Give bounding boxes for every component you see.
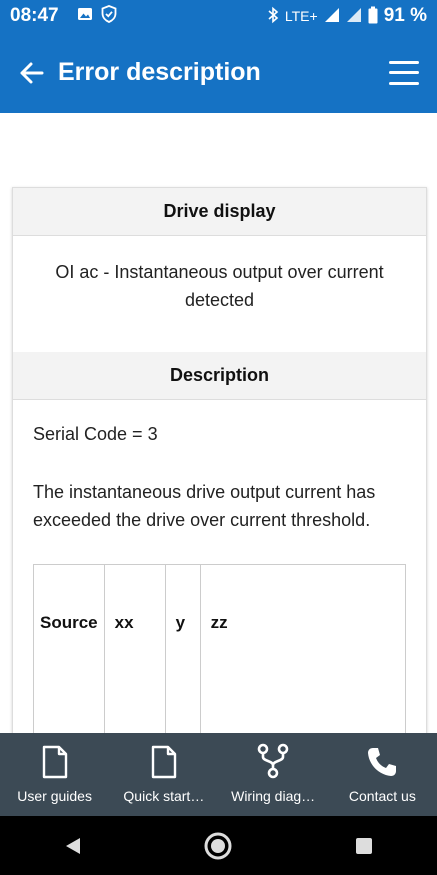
- system-back-button[interactable]: [53, 826, 93, 866]
- triangle-back-icon: [65, 837, 80, 854]
- image-icon: [77, 6, 93, 27]
- signal-icon: [324, 7, 340, 26]
- battery-level: 91 %: [383, 5, 427, 26]
- error-card: Drive display OI ac - Instantaneous outp…: [12, 187, 427, 733]
- system-navigation-bar: [0, 816, 437, 875]
- wiring-icon: [256, 743, 290, 784]
- table-cell-xx: xx: [103, 564, 166, 733]
- arrow-left-icon: [20, 62, 44, 83]
- status-bar: 08:47 LTE+ 91 %: [0, 0, 437, 32]
- drive-display-header: Drive display: [13, 188, 426, 236]
- hamburger-icon-line: [389, 71, 419, 74]
- signal-icon: [346, 7, 362, 26]
- table-cell-zz: zz: [199, 564, 407, 733]
- nav-contact-us[interactable]: Contact us: [328, 733, 437, 816]
- description-header: Description: [13, 352, 426, 400]
- description-summary: The instantaneous drive output current h…: [33, 482, 376, 530]
- menu-button[interactable]: [389, 60, 419, 85]
- network-type: LTE+: [284, 8, 318, 24]
- hamburger-icon-line: [389, 60, 419, 64]
- nav-label: Contact us: [348, 788, 416, 804]
- nav-label: User guides: [17, 788, 92, 804]
- table-cell-y: y: [164, 564, 201, 733]
- table-cell-source: Source: [33, 564, 105, 733]
- shield-icon: [101, 4, 117, 28]
- nav-label: Wiring diag…: [231, 788, 316, 804]
- nav-user-guides[interactable]: User guides: [0, 733, 109, 816]
- content-scroll-area[interactable]: Drive display OI ac - Instantaneous outp…: [0, 113, 437, 733]
- table-row: Source xx y zz: [33, 564, 407, 733]
- description-table: Source xx y zz: [33, 564, 407, 733]
- nav-quick-start[interactable]: Quick start…: [109, 733, 218, 816]
- system-recents-button[interactable]: [344, 826, 384, 866]
- serial-code: Serial Code = 3: [33, 424, 158, 444]
- bluetooth-icon: [267, 6, 279, 27]
- status-time: 08:47: [10, 5, 59, 26]
- app-bar: Error description: [0, 32, 437, 113]
- circle-home-icon: [204, 832, 232, 859]
- phone-icon: [365, 745, 399, 784]
- document-icon: [150, 745, 178, 784]
- page-title: Error description: [58, 58, 261, 86]
- drive-display-text: OI ac - Instantaneous output over curren…: [55, 262, 384, 310]
- hamburger-icon-line: [389, 81, 419, 85]
- nav-label: Quick start…: [123, 788, 205, 804]
- square-recents-icon: [356, 837, 373, 854]
- bottom-navigation: User guides Quick start… Wiring diag… Co…: [0, 733, 437, 816]
- back-button[interactable]: [16, 58, 46, 88]
- system-home-button[interactable]: [198, 826, 238, 866]
- description-body: Serial Code = 3 The instantaneous drive …: [13, 400, 426, 733]
- document-icon: [41, 745, 69, 784]
- nav-wiring-diagrams[interactable]: Wiring diag…: [219, 733, 328, 816]
- battery-icon: [368, 6, 378, 27]
